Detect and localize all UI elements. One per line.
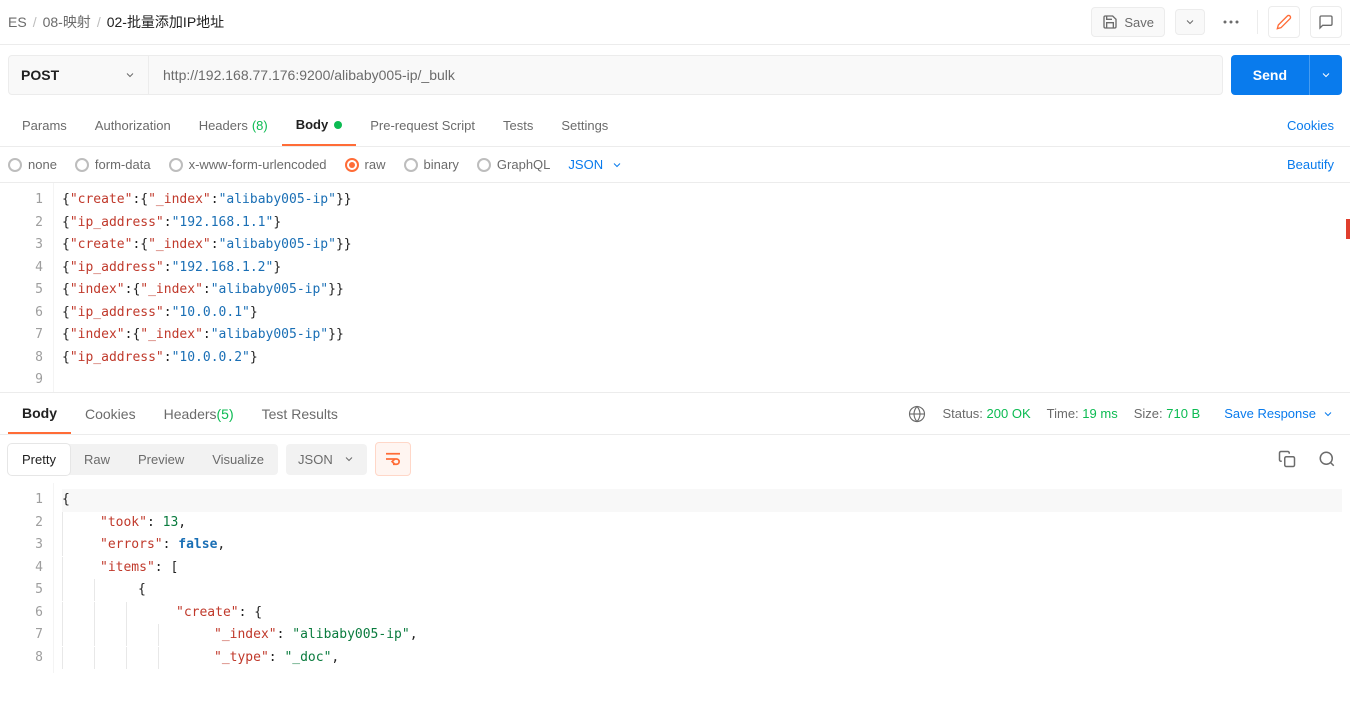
resp-headers-label: Headers bbox=[164, 406, 217, 422]
more-icon bbox=[1223, 20, 1239, 24]
tab-params[interactable]: Params bbox=[8, 105, 81, 146]
tab-tests[interactable]: Tests bbox=[489, 105, 547, 146]
pencil-icon bbox=[1276, 14, 1292, 30]
save-drop-button[interactable] bbox=[1175, 9, 1205, 35]
resp-tab-headers[interactable]: Headers (5) bbox=[150, 393, 248, 434]
copy-icon[interactable] bbox=[1278, 450, 1296, 468]
url-value: http://192.168.77.176:9200/alibaby005-ip… bbox=[163, 67, 455, 83]
scroll-indicator bbox=[1346, 219, 1350, 239]
wrap-button[interactable] bbox=[375, 442, 411, 476]
viewmode-visualize[interactable]: Visualize bbox=[198, 444, 278, 475]
dot-icon bbox=[334, 121, 342, 129]
chevron-down-icon bbox=[1320, 69, 1332, 81]
more-button[interactable] bbox=[1215, 14, 1247, 30]
headers-count: (8) bbox=[252, 118, 268, 133]
viewmode-pretty[interactable]: Pretty bbox=[8, 444, 70, 475]
opt-label: form-data bbox=[95, 157, 151, 172]
request-body-editor[interactable]: 123456789 {"create":{"_index":"alibaby00… bbox=[0, 183, 1350, 393]
opt-label: GraphQL bbox=[497, 157, 550, 172]
save-icon bbox=[1102, 14, 1118, 30]
bodytype-urlencoded[interactable]: x-www-form-urlencoded bbox=[169, 157, 327, 172]
opt-label: none bbox=[28, 157, 57, 172]
save-button[interactable]: Save bbox=[1091, 7, 1165, 37]
tab-headers-label: Headers bbox=[199, 118, 248, 133]
breadcrumb: ES / 08-映射 / 02-批量添加IP地址 bbox=[8, 12, 1091, 32]
send-button[interactable]: Send bbox=[1231, 55, 1309, 95]
wrap-icon bbox=[384, 452, 402, 466]
size: Size: 710 B bbox=[1134, 406, 1201, 421]
comment-button[interactable] bbox=[1310, 6, 1342, 38]
radio-icon bbox=[8, 158, 22, 172]
opt-label: raw bbox=[365, 157, 386, 172]
resp-headers-count: (5) bbox=[217, 406, 234, 422]
sep-icon: / bbox=[97, 14, 101, 30]
beautify-button[interactable]: Beautify bbox=[1279, 157, 1342, 172]
tab-settings[interactable]: Settings bbox=[547, 105, 622, 146]
time: Time: 19 ms bbox=[1047, 406, 1118, 421]
resp-tab-body[interactable]: Body bbox=[8, 393, 71, 434]
chevron-down-icon bbox=[1322, 408, 1334, 420]
chevron-down-icon bbox=[343, 453, 355, 465]
viewmode-preview[interactable]: Preview bbox=[124, 444, 198, 475]
tab-body[interactable]: Body bbox=[282, 105, 357, 146]
tab-authorization[interactable]: Authorization bbox=[81, 105, 185, 146]
response-body-editor[interactable]: 12345678 {"took": 13,"errors": false,"it… bbox=[0, 483, 1350, 673]
bodytype-none[interactable]: none bbox=[8, 157, 57, 172]
response-format-select[interactable]: JSON bbox=[286, 444, 367, 475]
radio-icon bbox=[477, 158, 491, 172]
method-select[interactable]: POST bbox=[9, 56, 149, 94]
crumb-folder[interactable]: 08-映射 bbox=[43, 12, 91, 32]
tab-body-label: Body bbox=[296, 117, 329, 132]
format-label: JSON bbox=[568, 157, 603, 172]
save-label: Save bbox=[1124, 15, 1154, 30]
bodytype-raw[interactable]: raw bbox=[345, 157, 386, 172]
bodytype-binary[interactable]: binary bbox=[404, 157, 459, 172]
crumb-current: 02-批量添加IP地址 bbox=[107, 12, 224, 32]
comment-icon bbox=[1318, 14, 1334, 30]
chevron-down-icon bbox=[611, 159, 623, 171]
cookies-link[interactable]: Cookies bbox=[1279, 118, 1342, 133]
tab-headers[interactable]: Headers (8) bbox=[185, 105, 282, 146]
chevron-down-icon bbox=[1184, 16, 1196, 28]
globe-icon[interactable] bbox=[908, 405, 926, 423]
save-response-button[interactable]: Save Response bbox=[1216, 406, 1342, 421]
viewmode-raw[interactable]: Raw bbox=[70, 444, 124, 475]
sep-icon: / bbox=[33, 14, 37, 30]
method-value: POST bbox=[21, 67, 59, 83]
url-input[interactable]: http://192.168.77.176:9200/alibaby005-ip… bbox=[149, 56, 1222, 94]
search-icon[interactable] bbox=[1318, 450, 1336, 468]
format-label: JSON bbox=[298, 452, 333, 467]
save-response-label: Save Response bbox=[1224, 406, 1316, 421]
send-drop-button[interactable] bbox=[1309, 55, 1342, 95]
bodytype-formdata[interactable]: form-data bbox=[75, 157, 151, 172]
resp-tab-testresults[interactable]: Test Results bbox=[248, 393, 352, 434]
resp-tab-cookies[interactable]: Cookies bbox=[71, 393, 150, 434]
tab-prerequest[interactable]: Pre-request Script bbox=[356, 105, 489, 146]
crumb-root[interactable]: ES bbox=[8, 14, 27, 30]
opt-label: binary bbox=[424, 157, 459, 172]
bodytype-graphql[interactable]: GraphQL bbox=[477, 157, 550, 172]
opt-label: x-www-form-urlencoded bbox=[189, 157, 327, 172]
edit-button[interactable] bbox=[1268, 6, 1300, 38]
chevron-down-icon bbox=[124, 69, 136, 81]
status: Status: 200 OK bbox=[942, 406, 1030, 421]
radio-icon bbox=[345, 158, 359, 172]
radio-icon bbox=[75, 158, 89, 172]
radio-icon bbox=[404, 158, 418, 172]
raw-format-select[interactable]: JSON bbox=[568, 157, 623, 172]
divider bbox=[1257, 10, 1258, 34]
radio-icon bbox=[169, 158, 183, 172]
